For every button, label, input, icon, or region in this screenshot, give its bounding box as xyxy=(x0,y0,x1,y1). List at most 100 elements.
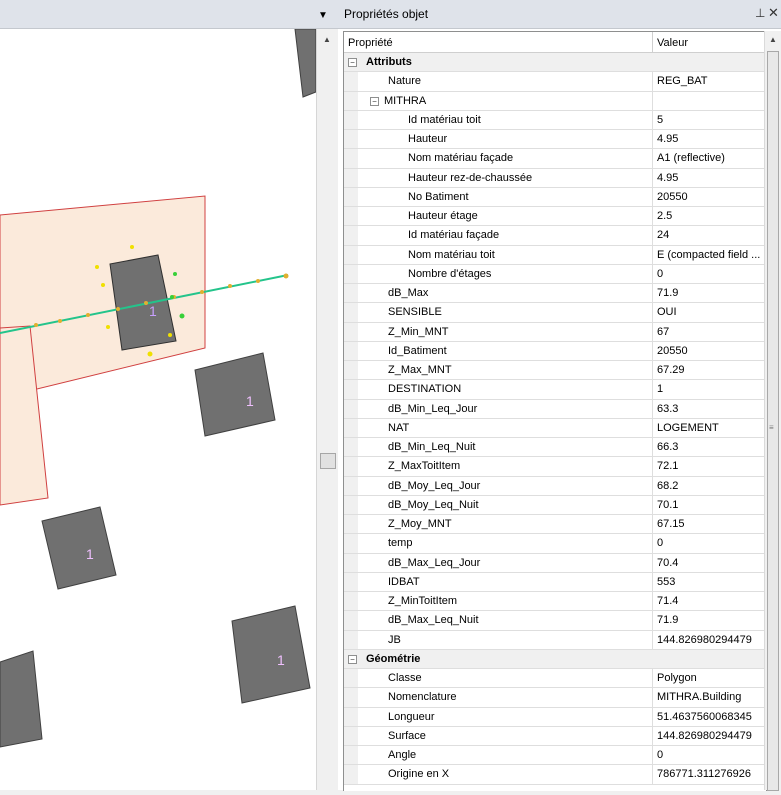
column-separator xyxy=(652,226,653,245)
property-row[interactable]: temp 0 xyxy=(344,534,766,554)
property-value[interactable]: 67 xyxy=(657,326,763,338)
property-label: NAT xyxy=(388,421,410,434)
scroll-up-arrow-icon[interactable]: ▲ xyxy=(769,35,777,44)
property-value[interactable]: 72.1 xyxy=(657,460,763,472)
property-row[interactable]: Z_Moy_MNT 67.15 xyxy=(344,515,766,535)
property-row[interactable]: Z_Max_MNT 67.29 xyxy=(344,361,766,381)
property-value[interactable]: 66.3 xyxy=(657,441,763,453)
property-row[interactable]: dB_Max 71.9 xyxy=(344,284,766,304)
property-value[interactable]: OUI xyxy=(657,306,763,318)
property-row[interactable]: Nature REG_BAT xyxy=(344,72,766,92)
column-separator xyxy=(652,611,653,630)
property-row[interactable]: Nom matériau toit E (compacted field ... xyxy=(344,245,766,265)
property-row[interactable]: JB 144.826980294479 xyxy=(344,630,766,650)
collapse-icon[interactable]: − xyxy=(348,58,357,67)
category-row[interactable]: − Géométrie xyxy=(344,649,766,669)
property-value[interactable]: 0 xyxy=(657,268,763,280)
column-separator xyxy=(652,91,653,110)
collapse-icon[interactable]: − xyxy=(370,96,379,106)
property-row[interactable]: IDBAT 553 xyxy=(344,572,766,592)
property-value[interactable]: 63.3 xyxy=(657,403,763,415)
panel-vertical-scrollbar[interactable]: ▲ ≡ xyxy=(764,31,781,791)
property-row[interactable]: Hauteur étage 2.5 xyxy=(344,207,766,227)
property-row[interactable]: dB_Max_Leq_Nuit 71.9 xyxy=(344,611,766,631)
property-row[interactable]: Classe Polygon xyxy=(344,669,766,689)
property-value[interactable]: LOGEMENT xyxy=(657,422,763,434)
property-row[interactable]: Nom matériau façade A1 (reflective) xyxy=(344,149,766,169)
property-value[interactable]: 144.826980294479 xyxy=(657,730,763,742)
property-value[interactable]: 71.4 xyxy=(657,595,763,607)
property-value[interactable]: E (compacted field ... xyxy=(657,249,763,261)
column-header-value[interactable]: Valeur xyxy=(657,37,688,49)
collapse-icon[interactable]: − xyxy=(348,654,357,664)
scroll-up-arrow-icon[interactable]: ▲ xyxy=(323,35,331,44)
property-row[interactable]: Id matériau toit 5 xyxy=(344,110,766,130)
property-value[interactable]: 24 xyxy=(657,229,763,241)
property-row[interactable]: Surface 144.826980294479 xyxy=(344,726,766,746)
property-row[interactable]: Longueur 51.4637560068345 xyxy=(344,707,766,727)
row-gutter xyxy=(344,534,358,553)
property-row[interactable]: Origine en X 786771.311276926 xyxy=(344,765,766,785)
property-value[interactable]: 144.826980294479 xyxy=(657,634,763,646)
pin-icon[interactable]: ⊥ xyxy=(755,6,765,20)
property-value[interactable]: 0 xyxy=(657,749,763,761)
property-row[interactable]: Nombre d'étages 0 xyxy=(344,264,766,284)
column-header-property[interactable]: Propriété xyxy=(348,37,393,49)
map-vertical-scrollbar[interactable]: ▲ xyxy=(316,29,339,790)
property-value[interactable]: 2.5 xyxy=(657,210,763,222)
property-value[interactable]: 5 xyxy=(657,114,763,126)
property-row[interactable]: dB_Max_Leq_Jour 70.4 xyxy=(344,553,766,573)
map-view[interactable]: ▼ 1 1 1 1 ▲ xyxy=(0,0,339,790)
building-polygon xyxy=(294,28,317,98)
property-value[interactable]: Polygon xyxy=(657,672,763,684)
property-value[interactable]: 67.15 xyxy=(657,518,763,530)
close-icon[interactable]: ✕ xyxy=(768,5,779,21)
property-row[interactable]: dB_Min_Leq_Jour 63.3 xyxy=(344,399,766,419)
property-value[interactable]: 67.29 xyxy=(657,364,763,376)
property-value[interactable]: 4.95 xyxy=(657,172,763,184)
building-label: 1 xyxy=(149,303,157,319)
property-row[interactable]: SENSIBLE OUI xyxy=(344,303,766,323)
map-scroll-thumb[interactable] xyxy=(320,453,336,469)
chevron-down-icon[interactable]: ▼ xyxy=(318,10,328,21)
property-row[interactable]: Nomenclature MITHRA.Building xyxy=(344,688,766,708)
property-value[interactable]: 4.95 xyxy=(657,133,763,145)
property-grid[interactable]: Propriété Valeur − Attributs Nature REG_BAT… xyxy=(343,31,767,791)
row-gutter xyxy=(344,630,358,649)
property-row[interactable]: dB_Min_Leq_Nuit 66.3 xyxy=(344,438,766,458)
row-gutter xyxy=(344,553,358,572)
property-row[interactable]: dB_Moy_Leq_Jour 68.2 xyxy=(344,476,766,496)
property-row[interactable]: Id matériau façade 24 xyxy=(344,226,766,246)
property-row[interactable]: No Batiment 20550 xyxy=(344,187,766,207)
property-value[interactable]: 71.9 xyxy=(657,287,763,299)
property-value[interactable]: 20550 xyxy=(657,345,763,357)
property-value[interactable]: 70.4 xyxy=(657,557,763,569)
property-row[interactable]: Hauteur rez-de-chaussée 4.95 xyxy=(344,168,766,188)
property-row[interactable]: Z_MaxToitItem 72.1 xyxy=(344,457,766,477)
property-value[interactable]: 786771.311276926 xyxy=(657,768,763,780)
property-row[interactable]: NAT LOGEMENT xyxy=(344,418,766,438)
property-row[interactable]: Z_MinToitItem 71.4 xyxy=(344,592,766,612)
property-row[interactable]: Angle 0 xyxy=(344,746,766,766)
property-value[interactable]: 1 xyxy=(657,383,763,395)
property-value[interactable]: MITHRA.Building xyxy=(657,691,763,703)
property-row[interactable]: dB_Moy_Leq_Nuit 70.1 xyxy=(344,495,766,515)
property-value[interactable]: 70.1 xyxy=(657,499,763,511)
property-value[interactable]: 20550 xyxy=(657,191,763,203)
property-value[interactable]: 553 xyxy=(657,576,763,588)
property-value[interactable]: REG_BAT xyxy=(657,75,763,87)
category-row[interactable]: − Attributs xyxy=(344,53,766,73)
property-row[interactable]: DESTINATION 1 xyxy=(344,380,766,400)
property-row[interactable]: Z_Min_MNT 67 xyxy=(344,322,766,342)
property-value[interactable]: 51.4637560068345 xyxy=(657,711,763,723)
property-row[interactable]: Hauteur 4.95 xyxy=(344,130,766,150)
property-value[interactable]: 68.2 xyxy=(657,480,763,492)
property-value[interactable]: A1 (reflective) xyxy=(657,152,763,164)
group-row[interactable]: − MITHRA xyxy=(344,91,766,111)
property-label: Hauteur rez-de-chaussée xyxy=(408,171,533,184)
map-canvas[interactable]: 1 1 1 1 xyxy=(0,28,317,790)
property-value[interactable]: 0 xyxy=(657,537,763,549)
property-value[interactable]: 71.9 xyxy=(657,614,763,626)
property-row[interactable]: Id_Batiment 20550 xyxy=(344,341,766,361)
panel-scroll-thumb[interactable] xyxy=(767,51,779,791)
